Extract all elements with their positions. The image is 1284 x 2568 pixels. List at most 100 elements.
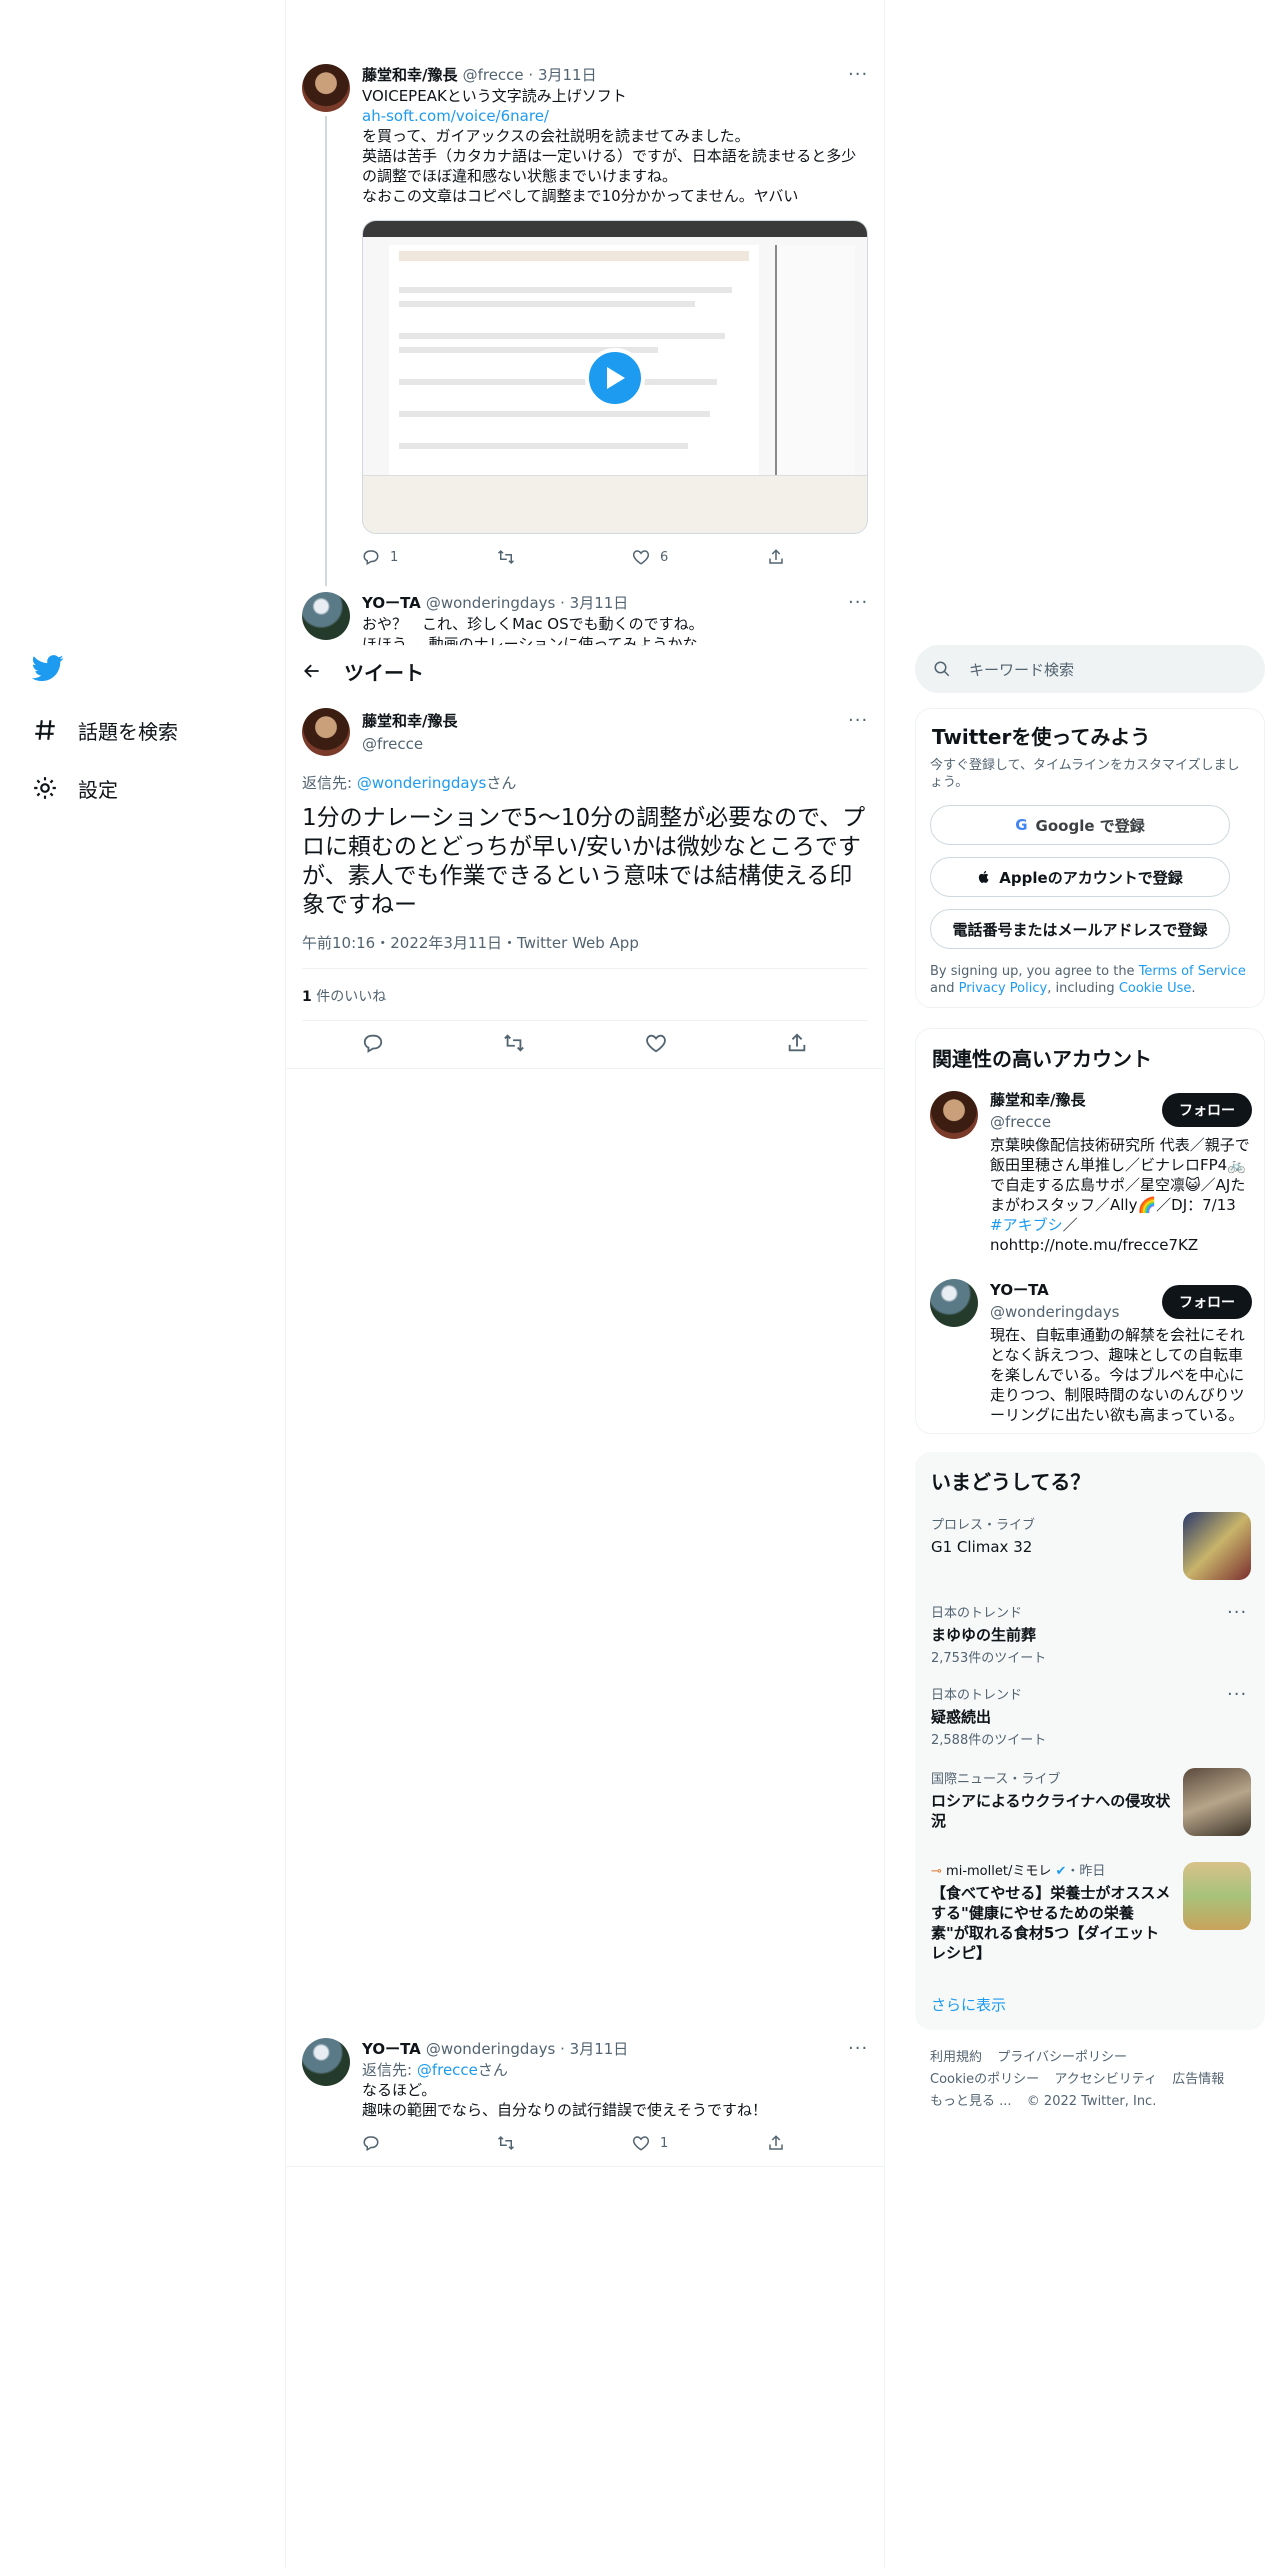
more-icon[interactable]: ··· [1227,1684,1247,1705]
trend-source-row: ⊸ mi-mollet/ミモレ ✔・昨日 [931,1860,1171,1879]
likes-count: 1 [302,989,312,1005]
hashtag-link[interactable]: #アキブシ [990,1216,1063,1234]
author-name[interactable]: YOーTA [362,594,421,612]
follow-button[interactable]: フォロー [1162,1093,1252,1127]
footer-link[interactable]: 広告情報 [1172,2072,1224,2087]
author-name[interactable]: 藤堂和幸/豫長 [362,66,457,84]
account-handle[interactable]: @wonderingdays [990,1303,1119,1321]
avatar[interactable] [930,1091,978,1139]
signup-title: Twitterを使ってみよう [932,725,1151,749]
retweet-button[interactable] [497,548,632,566]
share-button[interactable] [767,548,902,566]
author-handle[interactable]: @frecce [463,66,524,84]
trend-category: プロレス・ライブ [931,1518,1036,1533]
author-name[interactable]: 藤堂和幸/豫長 [362,710,457,731]
related-accounts-panel: 関連性の高いアカウント 藤堂和幸/豫長 @frecce フォロー 京葉映像配信技… [915,1028,1265,1434]
tweet-line: VOICEPEAKという文字読み上げソフト [362,87,627,105]
avatar[interactable] [302,708,350,756]
author-handle[interactable]: @wonderingdays [426,2040,555,2058]
reply-to-link[interactable]: @wonderingdays [357,774,486,792]
more-icon[interactable]: ··· [848,64,868,85]
retweet-button[interactable] [497,2134,632,2152]
more-icon[interactable]: ··· [848,592,868,613]
tweet-date[interactable]: 3月11日 [570,594,629,612]
nav-explore-label: 話題を検索 [78,719,178,744]
privacy-link[interactable]: Privacy Policy [959,981,1048,996]
related-title: 関連性の高いアカウント [932,1047,1152,1071]
author-handle[interactable]: @frecce [362,735,457,753]
like-button[interactable]: 6 [632,548,767,566]
footer-link[interactable]: Cookieのポリシー [930,2072,1039,2087]
play-icon[interactable] [585,348,645,408]
like-button[interactable]: 1 [632,2134,767,2152]
reply-to-link[interactable]: @frecce [417,2061,478,2079]
avatar[interactable] [302,592,350,640]
focus-actions [302,1032,868,1054]
tweet-date[interactable]: 3月11日 [538,66,597,84]
apple-signup-button[interactable]: Appleのアカウントで登録 [930,857,1230,897]
account-bio: 京葉映像配信技術研究所 代表／親子で飯田里穂さん単推し／ビナレロFP4🚲で自走す… [990,1135,1252,1255]
focus-tweet-text: 1分のナレーションで5〜10分の調整が必要なので、プロに頼むのとどっちが早い/安… [302,805,866,918]
trend-item[interactable]: プロレス・ライブ G1 Climax 32 [931,1514,1171,1557]
search-bar[interactable]: キーワード検索 [915,645,1265,693]
trend-category: 国際ニュース・ライブ [931,1772,1061,1787]
tweet-3[interactable]: YOーTA @wonderingdays · 3月11日 返信先: @frecc… [362,2038,870,2120]
trend-item[interactable]: 国際ニュース・ライブ ロシアによるウクライナへの侵攻状況 [931,1768,1171,1831]
more-icon[interactable]: ··· [848,2038,868,2059]
tweet-2[interactable]: YOーTA @wonderingdays · 3月11日 おや？ これ、珍しくM… [362,592,870,646]
back-button[interactable] [286,661,338,681]
reply-suffix: さん [477,2061,508,2079]
reply-button[interactable] [362,2134,497,2152]
tweet-link[interactable]: ah-soft.com/voice/6nare/ [362,106,870,126]
terms-link[interactable]: Terms of Service [1139,964,1246,979]
google-signup-button[interactable]: G Google で登録 [930,805,1230,845]
show-more-link[interactable]: さらに表示 [931,1994,1006,2015]
retweet-icon[interactable] [503,1032,525,1054]
nav-settings[interactable]: 設定 [32,768,118,808]
author-name[interactable]: YOーTA [362,2040,421,2058]
trend-item[interactable]: 日本のトレンド まゆゆの生前葬 2,753件のツイート [931,1602,1211,1666]
search-input[interactable]: キーワード検索 [969,659,1074,680]
author-handle[interactable]: @wonderingdays [426,594,555,612]
trend-title: G1 Climax 32 [931,1538,1033,1556]
trend-title: 疑惑続出 [931,1708,992,1726]
cookie-link[interactable]: Cookie Use [1119,981,1192,996]
share-button[interactable] [767,2134,902,2152]
account-bio: 現在、自転車通勤の解禁を会社にそれとなく訴えつつ、趣味としての自転車を楽しんでい… [990,1326,1245,1424]
avatar[interactable] [302,64,350,112]
more-icon[interactable]: ··· [1227,1602,1247,1623]
footer-link[interactable]: プライバシーポリシー [997,2050,1127,2065]
reply-button[interactable]: 1 [362,548,497,566]
reply-icon [363,2136,379,2152]
nav-explore[interactable]: 話題を検索 [32,710,178,750]
tweet-date[interactable]: 3月11日 [570,2040,629,2058]
related-account-1[interactable]: 藤堂和幸/豫長 @frecce [990,1089,1085,1131]
phone-email-signup-button[interactable]: 電話番号またはメールアドレスで登録 [930,909,1230,949]
reply-context: 返信先: @frecceさん [362,2060,870,2080]
focus-author[interactable]: 藤堂和幸/豫長 @frecce [362,710,457,753]
twitter-logo-icon[interactable] [32,652,64,684]
account-name[interactable]: 藤堂和幸/豫長 [990,1089,1085,1110]
account-handle[interactable]: @frecce [990,1113,1085,1131]
video-media[interactable] [362,220,868,534]
likes-stat[interactable]: 1 件のいいね [302,986,386,1006]
footer-link[interactable]: もっと見る ... [930,2094,1012,2109]
heart-icon[interactable] [645,1032,667,1054]
follow-button[interactable]: フォロー [1162,1285,1252,1319]
trend-item[interactable]: ⊸ mi-mollet/ミモレ ✔・昨日 【食べてやせる】栄養士がオススメする"… [931,1860,1171,1963]
related-account-2[interactable]: YOーTA @wonderingdays [990,1279,1119,1321]
avatar[interactable] [930,1279,978,1327]
account-name[interactable]: YOーTA [990,1279,1119,1300]
reply-icon[interactable] [362,1032,384,1054]
tweet-1[interactable]: 藤堂和幸/豫長 @frecce · 3月11日 VOICEPEAKという文字読み… [362,64,870,206]
footer-link[interactable]: アクセシビリティ [1054,2072,1157,2087]
avatar[interactable] [302,2038,350,2086]
tweet-timestamp[interactable]: 午前10:16・2022年3月11日・Twitter Web App [302,932,639,953]
share-icon[interactable] [786,1032,808,1054]
trend-time: ・昨日 [1066,1864,1106,1879]
trend-category: 日本のトレンド [931,1606,1023,1621]
footer-link[interactable]: 利用規約 [930,2050,982,2065]
trend-item[interactable]: 日本のトレンド 疑惑続出 2,588件のツイート [931,1684,1211,1748]
legal-text: . [1191,981,1196,996]
more-icon[interactable]: ··· [848,710,868,731]
